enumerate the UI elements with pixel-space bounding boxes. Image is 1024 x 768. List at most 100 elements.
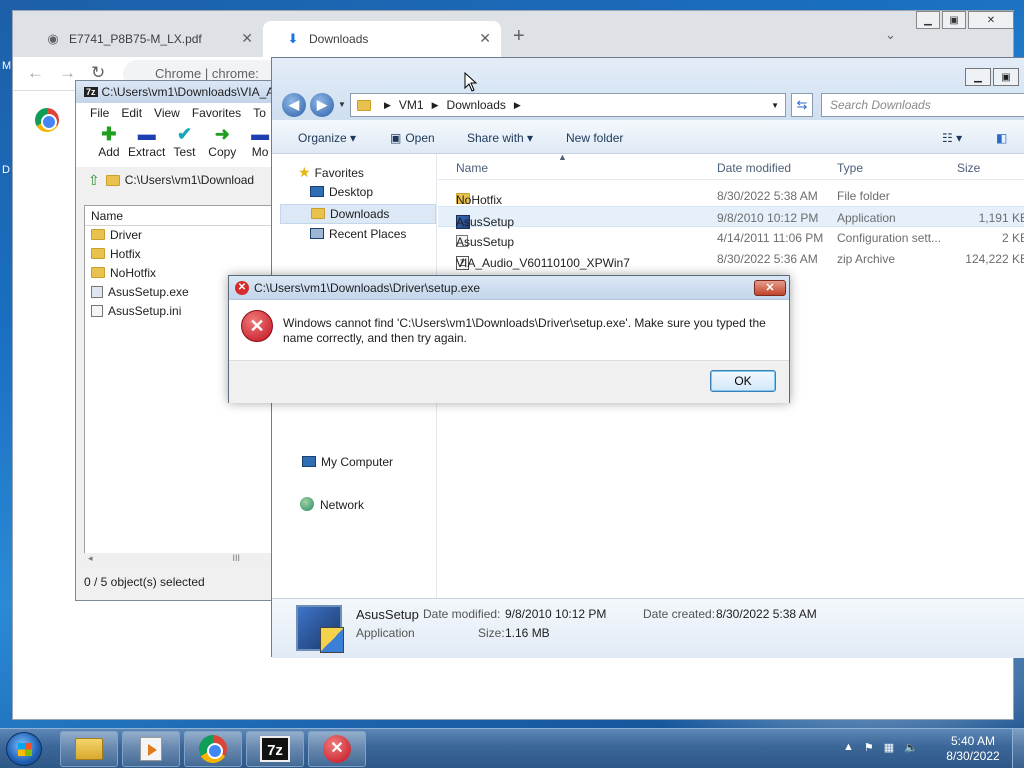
sevenzip-app-icon: 7z	[84, 87, 98, 97]
dialog-titlebar[interactable]: ✕ C:\Users\vm1\Downloads\Driver\setup.ex…	[229, 276, 789, 300]
open-button[interactable]: ▣ Open	[390, 131, 435, 145]
column-header-name[interactable]: Name	[456, 161, 488, 175]
organize-button[interactable]: Organize ▾	[298, 131, 356, 145]
back-arrow-icon[interactable]: ←	[27, 63, 44, 83]
column-header-date[interactable]: Date modified	[717, 161, 791, 175]
error-icon: ✕	[323, 735, 351, 763]
column-header-name[interactable]: Name	[85, 206, 279, 226]
action-center-icon[interactable]: ⚑	[864, 741, 874, 754]
tab-downloads[interactable]: ⬇ Downloads ✕	[263, 21, 501, 57]
extract-label: Extract	[128, 145, 166, 159]
test-button[interactable]: ✔ Test	[166, 123, 204, 167]
copy-button[interactable]: ➜ Copy	[203, 123, 241, 167]
nav-favorites[interactable]: ★ Favorites	[298, 164, 364, 181]
table-row[interactable]: AsusSetup 9/8/2010 10:12 PM Application …	[438, 206, 1024, 229]
network-status-icon[interactable]: ▦	[884, 741, 894, 754]
show-desktop-button[interactable]	[1012, 729, 1024, 768]
file-date: 8/30/2022 5:36 AM	[717, 252, 818, 266]
breadcrumb-separator-icon[interactable]: ▶	[432, 100, 439, 111]
change-view-icon[interactable]: ☷ ▾	[942, 131, 962, 145]
taskbar-error-dialog[interactable]: ✕	[308, 731, 366, 767]
file-size: 124,222 KB	[965, 252, 1024, 266]
item-name: NoHotfix	[110, 266, 157, 280]
tab-search-chevron-icon[interactable]: ⌄	[885, 27, 896, 43]
table-row[interactable]: NoHotfix 8/30/2022 5:38 AM File folder	[438, 185, 1024, 207]
ok-button[interactable]: OK	[710, 370, 776, 392]
nav-my-computer[interactable]: My Computer	[302, 455, 393, 469]
column-header-type[interactable]: Type	[837, 161, 863, 175]
start-button[interactable]	[6, 732, 42, 766]
explorer-address-bar[interactable]: ▶ VM1 ▶ Downloads ▶ ▼	[350, 93, 786, 117]
up-folder-icon[interactable]: ⇧	[88, 172, 100, 189]
details-file-name: AsusSetup	[356, 607, 419, 622]
minimize-button[interactable]: ▁	[965, 68, 991, 86]
scroll-left-icon[interactable]: ◂	[88, 553, 93, 563]
tab-pdf[interactable]: ◉ E7741_P8B75-M_LX.pdf ✕	[23, 21, 263, 57]
application-large-icon	[296, 605, 344, 653]
menu-edit[interactable]: Edit	[121, 106, 142, 120]
horizontal-scrollbar[interactable]: ◂ III	[84, 553, 280, 567]
file-type: zip Archive	[837, 252, 896, 266]
new-tab-button[interactable]: +	[513, 25, 525, 48]
close-window-button[interactable]: ✕	[968, 11, 1014, 29]
search-input[interactable]: Search Downloads	[821, 93, 1024, 117]
copy-label: Copy	[208, 145, 237, 159]
desktop-edge-letter: M	[2, 60, 12, 72]
refresh-icon[interactable]: ⇆	[791, 93, 813, 117]
move-icon: ▬	[251, 124, 270, 144]
move-label: Mo	[251, 145, 269, 159]
item-name: Hotfix	[110, 247, 141, 261]
test-icon: ✔	[176, 124, 193, 144]
breadcrumb-separator-icon[interactable]: ▶	[514, 100, 521, 111]
address-dropdown-icon[interactable]: ▼	[771, 101, 779, 110]
table-row[interactable]: AsusSetup 4/14/2011 11:06 PM Configurati…	[438, 227, 1024, 249]
nav-recent-places[interactable]: Recent Places	[310, 227, 406, 241]
file-size: 2 KB	[1001, 231, 1024, 245]
tab-label: E7741_P8B75-M_LX.pdf	[69, 32, 202, 46]
nav-desktop[interactable]: Desktop	[310, 185, 373, 199]
list-item[interactable]: Hotfix	[85, 245, 279, 264]
forward-arrow-icon[interactable]: ▶	[310, 93, 334, 117]
new-folder-button[interactable]: New folder	[566, 131, 623, 145]
back-arrow-icon[interactable]: ◀	[282, 93, 306, 117]
column-header-size[interactable]: Size	[957, 161, 980, 175]
nav-network[interactable]: Network	[300, 497, 364, 512]
maximize-button[interactable]: ▣	[993, 68, 1019, 86]
nav-downloads[interactable]: Downloads	[280, 204, 436, 224]
history-dropdown-icon[interactable]: ▼	[338, 100, 346, 109]
close-icon[interactable]: ✕	[479, 30, 491, 47]
breadcrumb-vm1[interactable]: VM1	[399, 98, 424, 112]
share-with-button[interactable]: Share with ▾	[467, 131, 533, 145]
taskbar-chrome[interactable]	[184, 731, 242, 767]
test-label: Test	[173, 145, 196, 159]
menu-view[interactable]: View	[154, 106, 180, 120]
sevenzip-titlebar[interactable]: 7z C:\Users\vm1\Downloads\VIA_A	[76, 81, 279, 103]
maximize-button[interactable]: ▣	[942, 11, 966, 29]
minimize-button[interactable]: ▁	[916, 11, 940, 29]
dialog-close-button[interactable]: ✕	[754, 280, 786, 296]
taskbar-clock[interactable]: 5:40 AM 8/30/2022	[938, 734, 1008, 764]
ini-file-icon	[91, 305, 103, 317]
tab-label: Downloads	[309, 32, 369, 46]
breadcrumb-separator-icon[interactable]: ▶	[384, 100, 391, 111]
details-size-label: Size:	[478, 626, 505, 640]
sevenzip-address-bar[interactable]: ⇧ C:\Users\vm1\Download	[76, 167, 279, 193]
menu-favorites[interactable]: Favorites	[192, 106, 241, 120]
extract-button[interactable]: ▬ Extract	[128, 123, 166, 167]
menu-file[interactable]: File	[90, 106, 109, 120]
list-item[interactable]: Driver	[85, 226, 279, 245]
taskbar-file-explorer[interactable]	[60, 731, 118, 767]
table-row[interactable]: Z VIA_Audio_V60110100_XPWin7 8/30/2022 5:…	[438, 248, 1024, 270]
taskbar-media-player[interactable]	[122, 731, 180, 767]
close-icon[interactable]: ✕	[241, 30, 253, 47]
show-hidden-icons-icon[interactable]: ▲	[843, 741, 854, 754]
add-button[interactable]: ✚ Add	[90, 123, 128, 167]
menu-tools[interactable]: To	[253, 106, 266, 120]
nav-label: My Computer	[321, 455, 394, 469]
volume-icon[interactable]: 🔈	[904, 741, 918, 754]
preview-pane-icon[interactable]: ◧	[996, 131, 1007, 145]
taskbar-7zip[interactable]: 7z	[246, 731, 304, 767]
forward-arrow-icon[interactable]: →	[59, 63, 76, 83]
explorer-titlebar[interactable]: ▁ ▣ ◀ ▶ ▼ ▶ VM1 ▶ Downloads ▶ ▼ ⇆ Search…	[272, 58, 1024, 120]
breadcrumb-downloads[interactable]: Downloads	[447, 98, 506, 112]
